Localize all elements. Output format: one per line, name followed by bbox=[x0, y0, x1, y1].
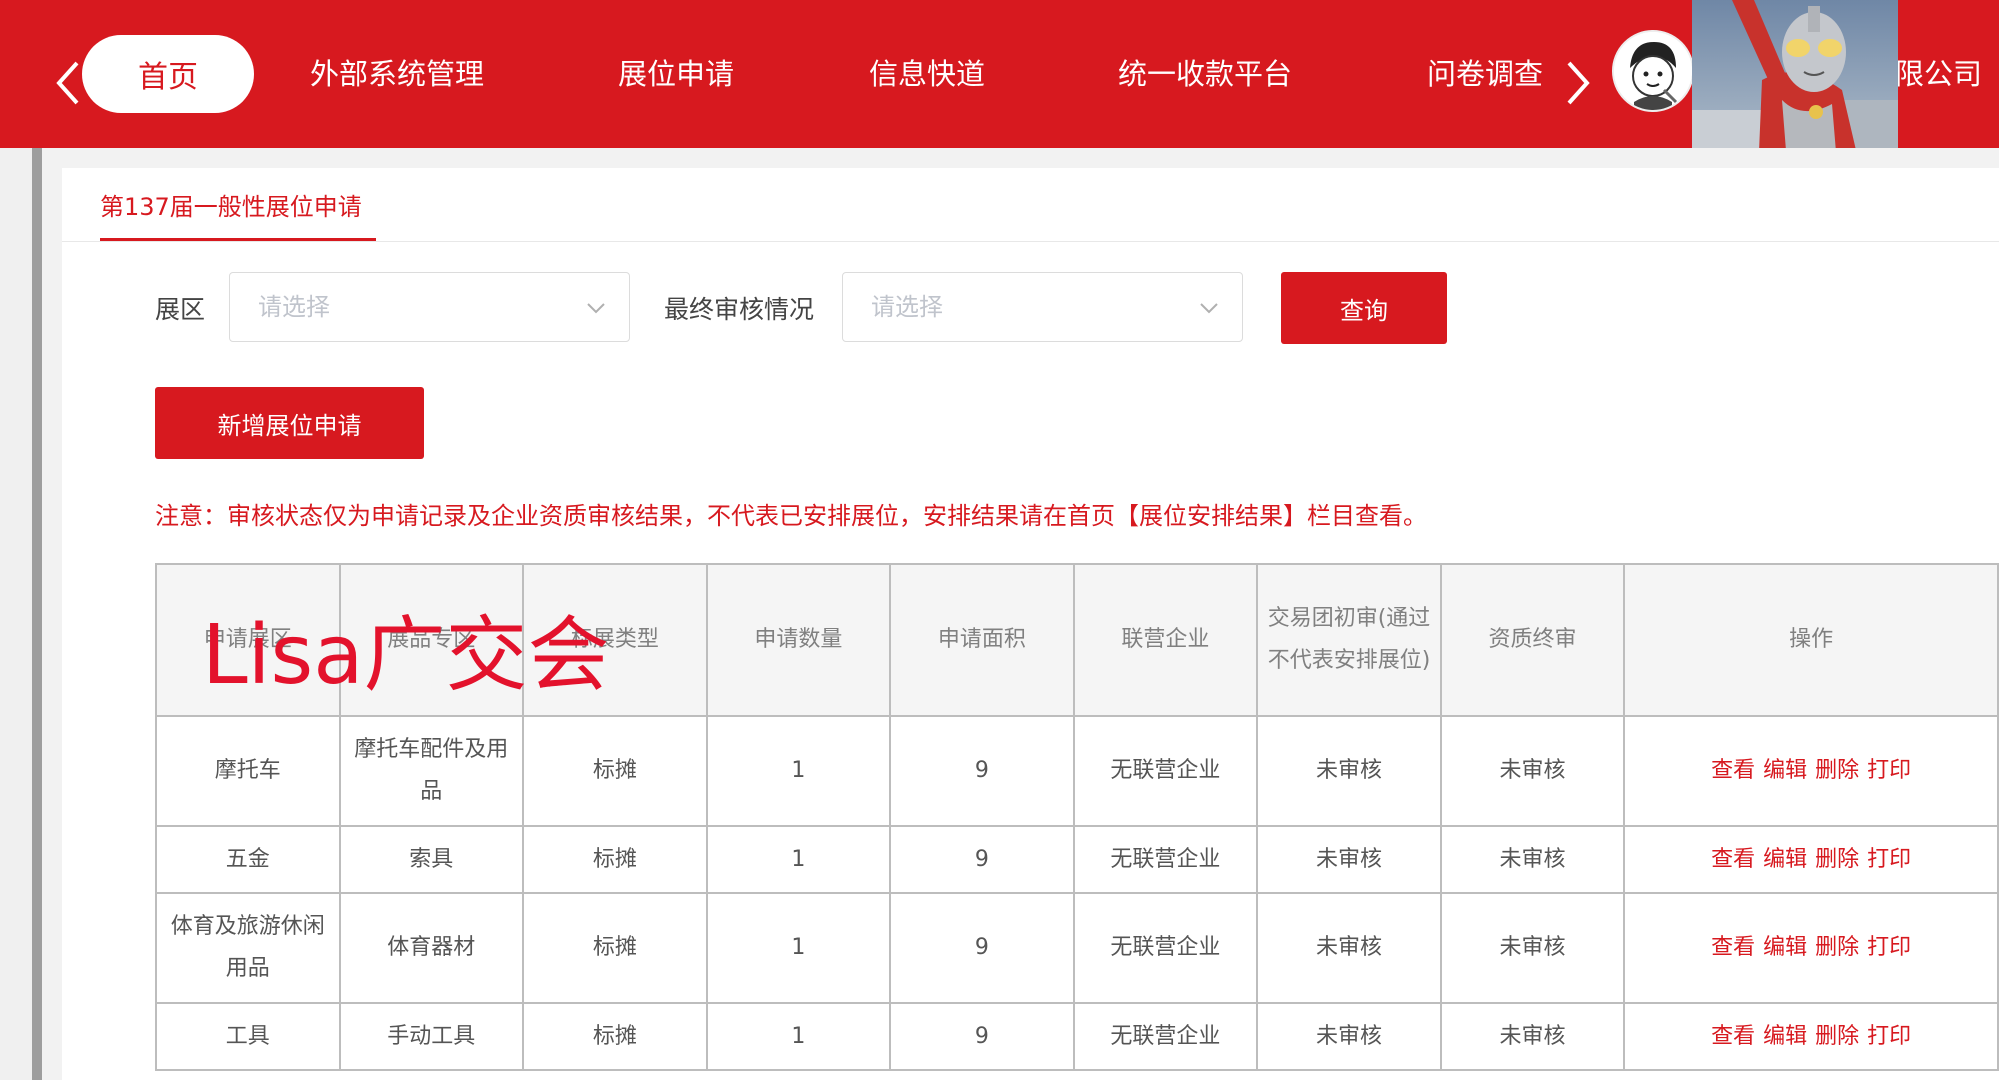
view-link[interactable]: 查看 bbox=[1711, 758, 1755, 783]
row-actions: 查看 编辑 删除 打印 bbox=[1623, 825, 1999, 894]
notice-text: 注意：审核状态仅为申请记录及企业资质审核结果，不代表已安排展位，安排结果请在首页… bbox=[155, 502, 1427, 530]
table-header-row: 申请展区 展品专区 标展类型 申请数量 申请面积 联营企业 交易团初审(通过不代… bbox=[155, 563, 1999, 717]
table-cell: 体育器材 bbox=[338, 892, 525, 1004]
add-booth-application-button[interactable]: 新增展位申请 bbox=[155, 387, 424, 459]
left-divider bbox=[32, 148, 42, 1080]
table-cell: 无联营企业 bbox=[1072, 892, 1259, 1004]
row-actions: 查看 编辑 删除 打印 bbox=[1623, 1002, 1999, 1071]
column-header: 申请面积 bbox=[889, 563, 1075, 717]
column-header: 操作 bbox=[1623, 563, 1999, 717]
column-header: 展品专区 bbox=[338, 563, 525, 717]
table-cell: 未审核 bbox=[1256, 825, 1442, 894]
table-cell: 1 bbox=[705, 1002, 892, 1071]
print-link[interactable]: 打印 bbox=[1867, 935, 1911, 960]
zone-filter-label: 展区 bbox=[155, 295, 206, 324]
review-filter-label: 最终审核情况 bbox=[664, 295, 815, 324]
delete-link[interactable]: 删除 bbox=[1815, 758, 1859, 783]
booth-application-table: 申请展区 展品专区 标展类型 申请数量 申请面积 联营企业 交易团初审(通过不代… bbox=[155, 563, 1999, 1071]
row-actions: 查看 编辑 删除 打印 bbox=[1623, 715, 1999, 827]
row-actions: 查看 编辑 删除 打印 bbox=[1623, 892, 1999, 1004]
table-cell: 索具 bbox=[338, 825, 525, 894]
table-cell: 体育及旅游休闲用品 bbox=[155, 892, 341, 1004]
table-row: 体育及旅游休闲用品 体育器材 标摊 1 9 无联营企业 未审核 未审核 查看 编辑… bbox=[155, 892, 1999, 1004]
column-header: 联营企业 bbox=[1072, 563, 1259, 717]
zone-select-placeholder: 请选择 bbox=[258, 293, 330, 321]
table-cell: 未审核 bbox=[1439, 892, 1626, 1004]
active-tab-indicator bbox=[100, 238, 376, 241]
table-cell: 未审核 bbox=[1439, 715, 1626, 827]
zone-select[interactable]: 请选择 bbox=[229, 272, 630, 342]
table-cell: 9 bbox=[889, 892, 1075, 1004]
table-cell: 五金 bbox=[155, 825, 341, 894]
edit-link[interactable]: 编辑 bbox=[1763, 935, 1807, 960]
print-link[interactable]: 打印 bbox=[1867, 1024, 1911, 1049]
table-cell: 1 bbox=[705, 825, 892, 894]
edit-link[interactable]: 编辑 bbox=[1763, 758, 1807, 783]
tab-booth-application-137[interactable]: 第137届一般性展位申请 bbox=[100, 186, 362, 228]
table-cell: 未审核 bbox=[1439, 1002, 1626, 1071]
table-cell: 无联营企业 bbox=[1072, 715, 1259, 827]
table-cell: 9 bbox=[889, 825, 1075, 894]
table-row: 五金 索具 标摊 1 9 无联营企业 未审核 未审核 查看 编辑 删除 打印 bbox=[155, 825, 1999, 894]
delete-link[interactable]: 删除 bbox=[1815, 935, 1859, 960]
table-cell: 未审核 bbox=[1256, 715, 1442, 827]
table-cell: 标摊 bbox=[522, 715, 708, 827]
column-header: 申请展区 bbox=[155, 563, 341, 717]
delete-link[interactable]: 删除 bbox=[1815, 847, 1859, 872]
table-cell: 9 bbox=[889, 1002, 1075, 1071]
nav-item-payment-platform[interactable]: 统一收款平台 bbox=[1118, 50, 1292, 98]
nav-item-booth-application[interactable]: 展位申请 bbox=[618, 50, 734, 98]
view-link[interactable]: 查看 bbox=[1711, 1024, 1755, 1049]
table-cell: 摩托车 bbox=[155, 715, 341, 827]
edit-link[interactable]: 编辑 bbox=[1763, 847, 1807, 872]
table-cell: 摩托车配件及用品 bbox=[338, 715, 525, 827]
left-gutter bbox=[0, 148, 32, 1080]
table-cell: 9 bbox=[889, 715, 1075, 827]
edit-link[interactable]: 编辑 bbox=[1763, 1024, 1807, 1049]
chevron-down-icon bbox=[1198, 297, 1220, 319]
chevron-right-icon[interactable] bbox=[1558, 58, 1598, 108]
query-button[interactable]: 查询 bbox=[1281, 272, 1447, 344]
nav-item-survey[interactable]: 问卷调查 bbox=[1427, 50, 1543, 98]
column-header: 资质终审 bbox=[1439, 563, 1626, 717]
delete-link[interactable]: 删除 bbox=[1815, 1024, 1859, 1049]
table-row: 摩托车 摩托车配件及用品 标摊 1 9 无联营企业 未审核 未审核 查看 编辑 删除… bbox=[155, 715, 1999, 827]
chevron-down-icon bbox=[585, 297, 607, 319]
table-cell: 手动工具 bbox=[338, 1002, 525, 1071]
view-link[interactable]: 查看 bbox=[1711, 847, 1755, 872]
column-header: 申请数量 bbox=[705, 563, 892, 717]
tab-divider bbox=[62, 241, 1999, 242]
print-link[interactable]: 打印 bbox=[1867, 758, 1911, 783]
table-cell: 标摊 bbox=[522, 892, 708, 1004]
table-cell: 标摊 bbox=[522, 1002, 708, 1071]
view-link[interactable]: 查看 bbox=[1711, 935, 1755, 960]
table-cell: 1 bbox=[705, 715, 892, 827]
review-status-select[interactable]: 请选择 bbox=[842, 272, 1243, 342]
table-cell: 工具 bbox=[155, 1002, 341, 1071]
nav-item-info-express[interactable]: 信息快道 bbox=[869, 50, 985, 98]
print-link[interactable]: 打印 bbox=[1867, 847, 1911, 872]
column-header: 交易团初审(通过不代表安排展位) bbox=[1256, 563, 1442, 717]
table-cell: 标摊 bbox=[522, 825, 708, 894]
nav-item-home[interactable]: 首页 bbox=[82, 35, 254, 113]
table-cell: 无联营企业 bbox=[1072, 825, 1259, 894]
avatar[interactable] bbox=[1612, 30, 1694, 112]
column-header: 标展类型 bbox=[522, 563, 708, 717]
table-row: 工具 手动工具 标摊 1 9 无联营企业 未审核 未审核 查看 编辑 删除 打印 bbox=[155, 1002, 1999, 1071]
table-cell: 未审核 bbox=[1256, 892, 1442, 1004]
table-cell: 无联营企业 bbox=[1072, 1002, 1259, 1071]
table-cell: 未审核 bbox=[1256, 1002, 1442, 1071]
table-cell: 未审核 bbox=[1439, 825, 1626, 894]
table-cell: 1 bbox=[705, 892, 892, 1004]
review-select-placeholder: 请选择 bbox=[871, 293, 943, 321]
nav-item-external-systems[interactable]: 外部系统管理 bbox=[310, 50, 484, 98]
